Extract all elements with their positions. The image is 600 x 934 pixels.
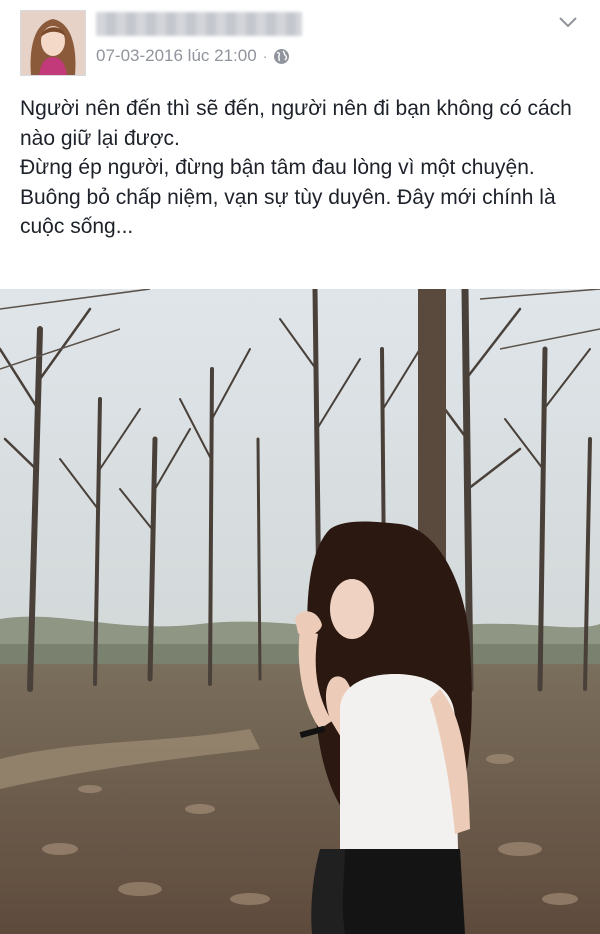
meta-separator: ·	[262, 48, 268, 64]
post-line: Đừng ép người, đừng bận tâm đau lòng vì …	[20, 156, 535, 179]
post-timestamp[interactable]: 07-03-2016 lúc 21:00	[96, 46, 257, 66]
post-line: Người nên đến thì sẽ đến, người nên đi b…	[20, 97, 572, 150]
post-text: Người nên đến thì sẽ đến, người nên đi b…	[20, 94, 580, 242]
post-meta: 07-03-2016 lúc 21:00 ·	[96, 44, 290, 68]
post-photo[interactable]	[0, 289, 600, 934]
globe-icon[interactable]	[273, 48, 290, 65]
post-line: Buông bỏ chấp niệm, vạn sự tùy duyên. Đâ…	[20, 185, 556, 239]
author-name-redacted[interactable]	[96, 12, 302, 36]
profile-avatar[interactable]	[20, 10, 86, 76]
chevron-down-icon[interactable]	[556, 12, 580, 32]
